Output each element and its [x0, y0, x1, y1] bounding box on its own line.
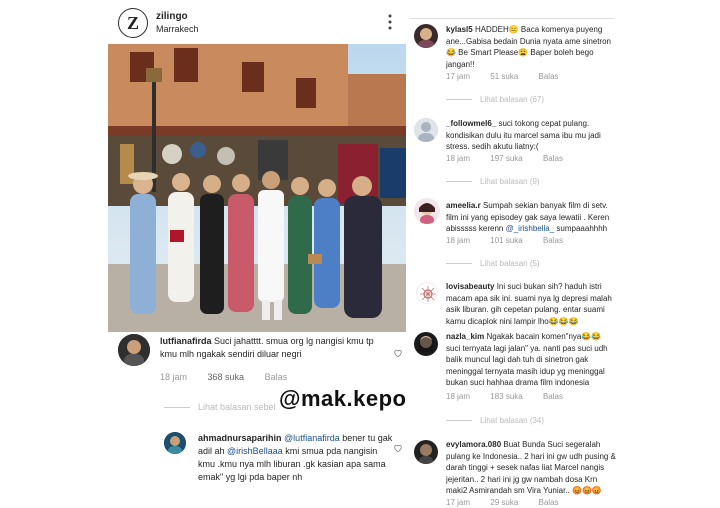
comment-text: sumpaaahhhh	[556, 224, 608, 233]
comment-body: lutfianafirda Suci jahatttt. smua org lg…	[160, 335, 386, 361]
comment-time: 18 jam	[446, 154, 471, 163]
comment-likes[interactable]: 29 suka	[490, 498, 518, 507]
comment-username[interactable]: lutfianafirda	[160, 336, 212, 346]
like-heart-icon[interactable]	[393, 345, 403, 358]
post-username[interactable]: zilingo	[156, 11, 188, 22]
user-avatar[interactable]	[414, 440, 438, 464]
user-avatar[interactable]	[414, 24, 438, 48]
reply-link[interactable]: Balas	[543, 392, 563, 401]
comment-time: 18 jam	[446, 392, 471, 401]
comment-username[interactable]: _followmel6_	[446, 119, 496, 128]
comment-time: 18 jam	[446, 236, 471, 245]
reply-link[interactable]: Balas	[543, 154, 563, 163]
user-avatar[interactable]	[414, 118, 438, 142]
comment-time: 18 jam	[160, 372, 188, 382]
comment-username[interactable]: nazla_kim	[446, 332, 484, 341]
comment-likes[interactable]: 183 suka	[490, 392, 522, 401]
comment-username[interactable]: evylamora.080	[446, 440, 501, 449]
comment-body: kylasl5 HADDEH😑 Baca komenya puyeng ane.…	[446, 24, 616, 70]
comment-username[interactable]: ameelia.r	[446, 201, 481, 210]
comment-meta: 18 jam 183 suka Balas	[446, 392, 581, 401]
user-avatar[interactable]	[164, 432, 186, 454]
comment-meta: 17 jam 29 suka Balas	[446, 498, 577, 507]
comment-likes[interactable]: 51 suka	[490, 72, 518, 81]
view-replies-link[interactable]: Lihat balasan (34)	[446, 416, 544, 425]
comment-likes[interactable]: 368 suka	[208, 372, 245, 382]
comment-body: ahmadnursaparihin @lutfianafirda bener t…	[198, 432, 394, 484]
comment-username[interactable]: ahmadnursaparihin	[198, 433, 282, 443]
comment-time: 17 jam	[446, 72, 471, 81]
comment-meta: 18 jam 101 suka Balas	[446, 236, 581, 245]
view-replies-link[interactable]: Lihat balasan (67)	[446, 95, 544, 104]
mention-link[interactable]: @irishBellaaa	[227, 446, 283, 456]
comment-body: lovisabeauty Ini suci bukan sih? haduh i…	[446, 281, 616, 327]
comment-time: 17 jam	[446, 498, 471, 507]
reply-link[interactable]: Balas	[265, 372, 288, 382]
comment-meta: 17 jam 51 suka Balas	[446, 72, 577, 81]
comment-meta: 18 jam 368 suka Balas	[160, 372, 305, 382]
comment-username[interactable]: kylasl5	[446, 25, 473, 34]
reply-link[interactable]: Balas	[539, 498, 559, 507]
watermark: @mak.kepo	[276, 386, 410, 412]
view-replies-link[interactable]: Lihat balasan (9)	[446, 177, 540, 186]
divider	[410, 18, 614, 19]
user-avatar[interactable]	[118, 334, 150, 366]
comment-likes[interactable]: 101 suka	[490, 236, 522, 245]
comment-username[interactable]: lovisabeauty	[446, 282, 494, 291]
view-replies-link[interactable]: Lihat balasan (5)	[446, 259, 540, 268]
like-heart-icon[interactable]	[393, 440, 403, 453]
comment-likes[interactable]: 197 suka	[490, 154, 522, 163]
brand-logo-letter: Z	[126, 12, 139, 33]
reply-link[interactable]: Balas	[543, 236, 563, 245]
user-avatar[interactable]	[416, 282, 438, 304]
mention-link[interactable]: @lutfianafirda	[284, 433, 340, 443]
comment-body: evylamora.080 Buat Bunda Suci segeralah …	[446, 439, 616, 497]
post-location[interactable]: Marrakech	[156, 24, 199, 34]
brand-avatar[interactable]: Z	[118, 8, 148, 38]
comment-meta: 18 jam 197 suka Balas	[446, 154, 581, 163]
post-photo[interactable]	[108, 44, 406, 332]
comment-body: _followmel6_ suci tokong cepat pulang. k…	[446, 118, 616, 153]
reply-link[interactable]: Balas	[539, 72, 559, 81]
user-avatar[interactable]	[414, 198, 440, 224]
mention-link[interactable]: @_irishbella_	[506, 224, 555, 233]
user-avatar[interactable]	[414, 332, 438, 356]
more-options-icon[interactable]	[388, 14, 392, 30]
comment-body: nazla_kim Ngakak bacain komen"nya😂😂 suci…	[446, 331, 616, 389]
comment-body: ameelia.r Sumpah sekian banyak film di s…	[446, 200, 616, 235]
